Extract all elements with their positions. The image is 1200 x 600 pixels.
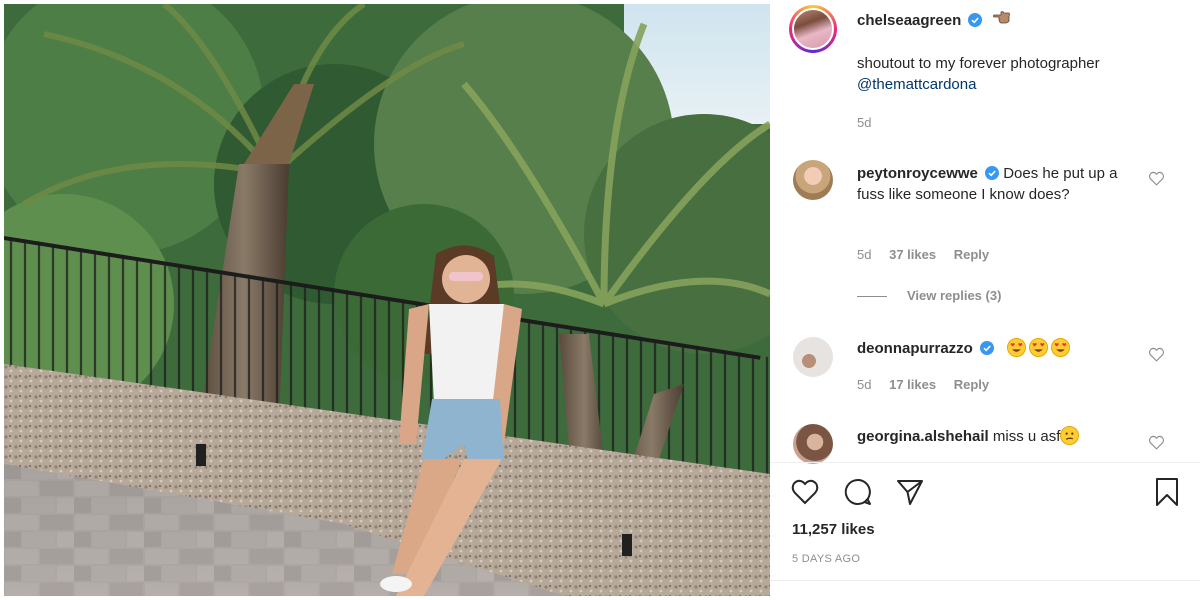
heart-eyes-emoji: [1006, 338, 1026, 357]
caption-timestamp[interactable]: 5d: [857, 115, 871, 130]
likes-count[interactable]: 11,257 likes: [792, 521, 875, 538]
comment-username[interactable]: georgina.alshehail: [857, 428, 989, 445]
comment-avatar[interactable]: [793, 160, 833, 200]
caption-header: chelseaagreen: [857, 9, 1011, 29]
hand-pointing-left-icon: [992, 11, 1010, 24]
reply-button[interactable]: Reply: [954, 377, 989, 392]
heart-icon[interactable]: [1148, 434, 1165, 451]
caption-text: shoutout to my forever photographer @the…: [857, 53, 1177, 95]
comment-avatar[interactable]: [793, 424, 833, 464]
heart-icon[interactable]: [1148, 170, 1165, 187]
comment-time[interactable]: 5d: [857, 377, 871, 392]
heart-eyes-emoji: [1028, 338, 1048, 357]
comment-time[interactable]: 5d: [857, 247, 871, 262]
view-replies-label: View replies (3): [907, 288, 1002, 303]
share-icon[interactable]: [895, 477, 925, 507]
bookmark-icon[interactable]: [1152, 477, 1182, 507]
comment-meta: 5d 37 likes Reply: [857, 247, 1003, 262]
comment-username[interactable]: deonnapurrazzo: [857, 340, 973, 357]
verified-badge-icon: [980, 341, 995, 355]
verified-badge-icon: [985, 166, 1000, 180]
heart-icon[interactable]: [1148, 346, 1165, 363]
comment-item: georgina.alshehail miss u asf: [857, 426, 1132, 447]
comment-avatar[interactable]: [793, 337, 833, 377]
heart-eyes-emoji: [1050, 338, 1070, 357]
caption-mention-link[interactable]: @themattcardona: [857, 74, 1177, 95]
reply-button[interactable]: Reply: [954, 247, 989, 262]
post-photo[interactable]: [4, 4, 770, 596]
post-date[interactable]: 5 DAYS AGO: [792, 553, 860, 565]
view-replies-button[interactable]: View replies (3): [857, 288, 1001, 303]
instagram-post: chelseaagreen shoutout to my forever pho…: [0, 0, 1200, 600]
post-photo-graphic: [4, 4, 770, 596]
comment-meta: 5d 17 likes Reply: [857, 377, 1003, 392]
actions-divider: [770, 462, 1200, 463]
post-side-panel: chelseaagreen shoutout to my forever pho…: [770, 0, 1200, 600]
comment-username[interactable]: peytonroycewwe: [857, 165, 978, 182]
author-avatar[interactable]: [789, 5, 837, 53]
view-replies-line: [857, 296, 887, 298]
author-avatar-image: [792, 8, 834, 50]
comment-likes[interactable]: 17 likes: [889, 377, 936, 392]
comment-text: miss u asf: [992, 428, 1061, 445]
heart-icon[interactable]: [790, 477, 820, 507]
caption-body: shoutout to my forever photographer: [857, 55, 1100, 72]
confused-face-emoji: [1060, 426, 1080, 445]
bottom-divider: [770, 580, 1200, 581]
verified-badge-icon: [968, 13, 983, 27]
comment-likes[interactable]: 37 likes: [889, 247, 936, 262]
comment-icon[interactable]: [843, 477, 873, 507]
comment-item: deonnapurrazzo: [857, 338, 1132, 359]
comment-item: peytonroycewwe Does he put up a fuss lik…: [857, 163, 1132, 205]
author-username[interactable]: chelseaagreen: [857, 12, 961, 29]
